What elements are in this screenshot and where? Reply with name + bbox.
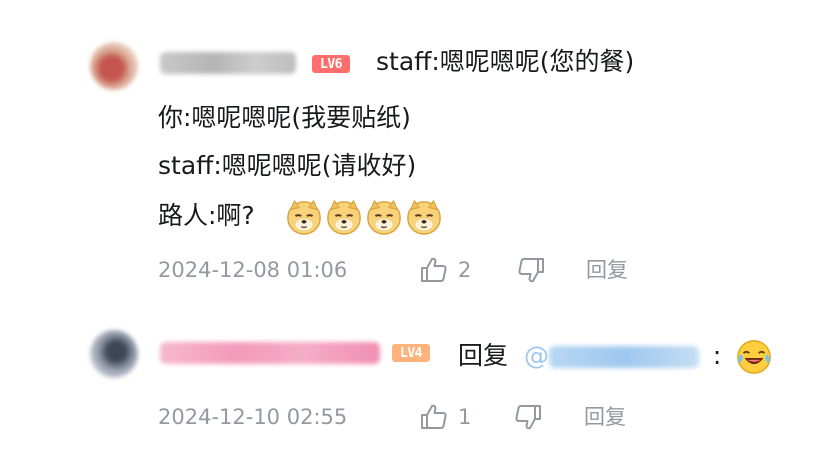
username-blurred[interactable]: [160, 52, 296, 74]
mention-username-blurred: [548, 346, 699, 368]
reply-button[interactable]: 回复: [586, 257, 628, 283]
thumbs-down-icon[interactable]: [512, 401, 544, 433]
doge-emoji: [406, 199, 441, 235]
level-badge: LV6: [312, 55, 350, 73]
doge-emoji: [366, 199, 401, 235]
comment-text: 路人:啊?: [158, 201, 255, 230]
like-count: 2: [458, 258, 472, 282]
avatar[interactable]: [90, 330, 138, 378]
thumbs-down-icon[interactable]: [515, 254, 547, 286]
reply-line: 回复 @ :: [458, 338, 773, 376]
doge-emoji: [326, 199, 361, 235]
thumbs-up-icon[interactable]: [418, 401, 450, 433]
comment-line: staff:嗯呢嗯呢(您的餐): [376, 47, 635, 76]
reply-button[interactable]: 回复: [584, 404, 626, 430]
avatar[interactable]: [90, 42, 138, 90]
timestamp: 2024-12-10 02:55: [158, 405, 348, 429]
comment-line-with-emojis: 路人:啊?: [158, 198, 443, 236]
thumbs-up-icon[interactable]: [418, 254, 450, 286]
level-badge: LV4: [392, 344, 430, 362]
doge-emoji: [286, 199, 321, 235]
username-blurred[interactable]: [160, 342, 380, 364]
laughing-crying-emoji: [737, 340, 772, 374]
mention-at: @: [523, 341, 549, 370]
comment-line: 你:嗯呢嗯呢(我要贴纸): [158, 103, 411, 132]
timestamp: 2024-12-08 01:06: [158, 258, 348, 282]
like-count: 1: [458, 405, 472, 429]
comment-line: staff:嗯呢嗯呢(请收好): [158, 151, 417, 180]
reply-prefix: 回复: [458, 341, 509, 370]
mention-link[interactable]: @: [524, 341, 707, 370]
colon: :: [712, 341, 722, 370]
